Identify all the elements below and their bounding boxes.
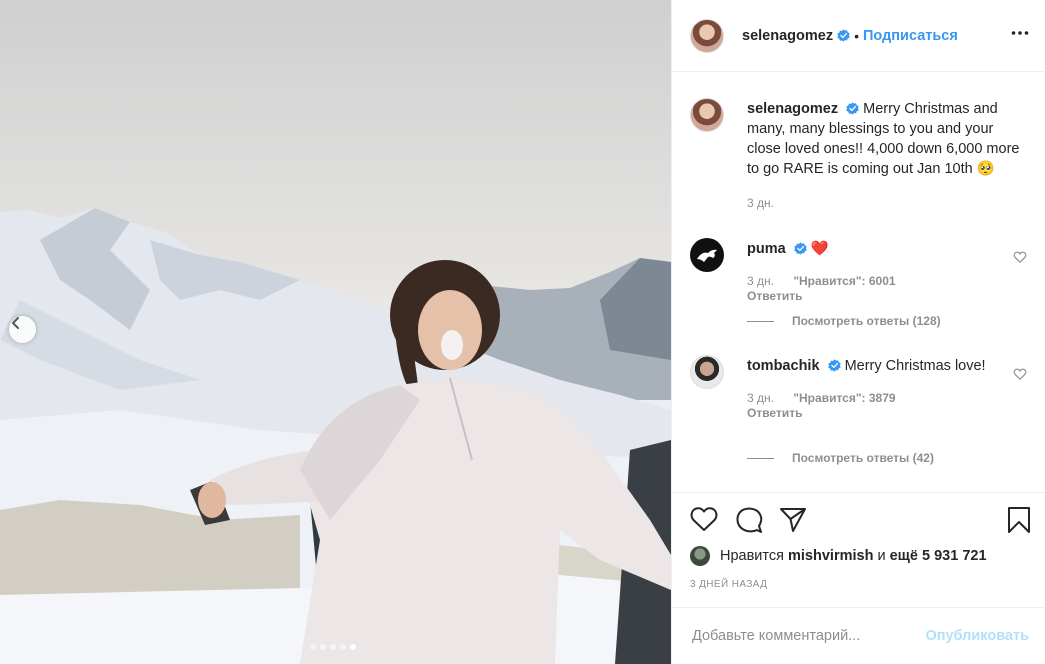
post-header: selenagomez • Подписаться bbox=[672, 0, 1045, 72]
carousel-dot bbox=[320, 644, 326, 650]
likes-conjunction: и bbox=[877, 548, 886, 564]
comment-text: Merry Christmas love! bbox=[844, 358, 986, 374]
chevron-left-icon bbox=[12, 317, 19, 329]
likes-count-button[interactable]: ещё 5 931 721 bbox=[890, 548, 987, 564]
post-details-panel: selenagomez • Подписаться selenagomez Me… bbox=[671, 0, 1045, 664]
reply-button[interactable]: Ответить bbox=[747, 406, 999, 420]
comments-list: selenagomez Merry Christmas and many, ma… bbox=[672, 72, 1045, 492]
caption-time[interactable]: 3 дн. bbox=[747, 193, 1027, 213]
avatar[interactable] bbox=[690, 355, 724, 389]
post-photo bbox=[0, 0, 671, 664]
view-replies-label: Посмотреть ответы (42) bbox=[792, 451, 934, 465]
comment-time[interactable]: 3 дн. bbox=[747, 391, 774, 405]
follow-button[interactable]: Подписаться bbox=[863, 28, 958, 44]
more-options-icon[interactable] bbox=[1011, 24, 1029, 42]
replies-divider bbox=[747, 457, 774, 459]
avatar[interactable] bbox=[690, 98, 724, 132]
comment-likes[interactable]: "Нравится": 3879 bbox=[793, 391, 895, 405]
snow-mountain-scene bbox=[0, 208, 671, 664]
carousel-dot bbox=[310, 644, 316, 650]
verified-icon bbox=[846, 102, 859, 115]
caption-username[interactable]: selenagomez bbox=[747, 101, 838, 117]
reply-button[interactable]: Ответить bbox=[747, 289, 999, 303]
username[interactable]: selenagomez bbox=[742, 28, 833, 44]
puma-logo-icon bbox=[697, 249, 717, 262]
comment-username[interactable]: tombachik bbox=[747, 358, 820, 374]
comment-text: ❤️ bbox=[810, 241, 829, 257]
bookmark-icon[interactable] bbox=[1007, 506, 1031, 534]
separator-dot: • bbox=[854, 27, 859, 44]
comment-time[interactable]: 3 дн. bbox=[747, 274, 774, 288]
carousel-prev-button[interactable] bbox=[9, 316, 36, 343]
comment-icon[interactable] bbox=[735, 506, 763, 534]
replies-divider bbox=[747, 320, 774, 322]
comment-likes[interactable]: "Нравится": 6001 bbox=[793, 274, 895, 288]
share-icon[interactable] bbox=[779, 506, 807, 533]
liker-avatar[interactable] bbox=[690, 546, 710, 566]
carousel-indicator bbox=[310, 644, 356, 650]
post-timestamp[interactable]: 3 ДНЕЙ НАЗАД bbox=[690, 579, 767, 590]
avatar[interactable] bbox=[690, 238, 724, 272]
view-replies-button[interactable]: Посмотреть ответы (128) bbox=[747, 314, 941, 328]
carousel-dot bbox=[330, 644, 336, 650]
pleading-face-emoji: 🥺 bbox=[976, 161, 995, 177]
comment-username[interactable]: puma bbox=[747, 241, 786, 257]
view-replies-button[interactable]: Посмотреть ответы (42) bbox=[747, 451, 934, 465]
verified-icon bbox=[827, 359, 841, 372]
add-comment-form: Опубликовать bbox=[672, 607, 1045, 664]
comment-input[interactable] bbox=[690, 627, 926, 645]
action-bar bbox=[672, 492, 1045, 544]
likes-prefix: Нравится bbox=[720, 548, 784, 564]
view-replies-label: Посмотреть ответы (128) bbox=[792, 314, 941, 328]
avatar[interactable] bbox=[690, 18, 724, 53]
heart-icon[interactable] bbox=[690, 506, 718, 532]
verified-icon bbox=[794, 242, 807, 255]
liker-username[interactable]: mishvirmish bbox=[788, 548, 873, 564]
verified-icon bbox=[837, 29, 850, 42]
like-comment-heart-icon[interactable] bbox=[1013, 250, 1027, 264]
carousel-dot bbox=[340, 644, 346, 650]
like-comment-heart-icon[interactable] bbox=[1013, 367, 1027, 381]
carousel-dot-active bbox=[350, 644, 356, 650]
likes-summary: Нравится mishvirmish и ещё 5 931 721 bbox=[690, 544, 1029, 568]
publish-button[interactable]: Опубликовать bbox=[925, 628, 1029, 644]
